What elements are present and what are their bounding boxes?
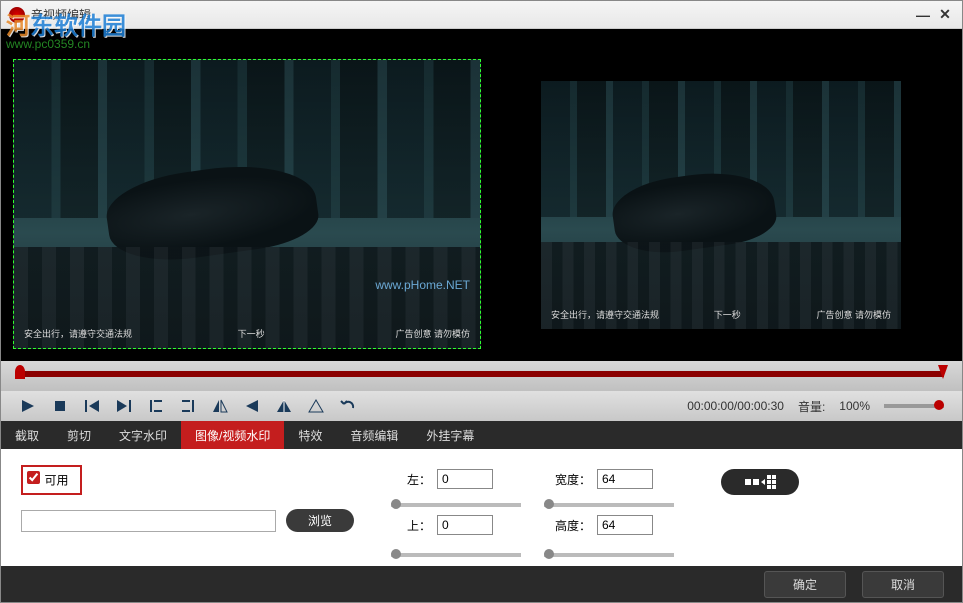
subtitle-left: 安全出行，请遵守交通法规 — [24, 327, 132, 340]
output-preview-label: 输出预览 — [53, 35, 117, 52]
controls-bar: 00:00:00/00:00:30 音量: 100% — [1, 391, 962, 421]
undo-button[interactable] — [339, 397, 357, 415]
browse-button[interactable]: 浏览 — [286, 509, 354, 532]
width-label: 宽度： — [551, 471, 591, 488]
minimize-button[interactable]: — — [914, 7, 932, 23]
tab-crop[interactable]: 截取 — [1, 421, 53, 449]
tab-image-video-watermark[interactable]: 图像/视频水印 — [181, 421, 284, 449]
timeline-start-handle[interactable] — [15, 365, 25, 379]
volume-label: 音量: — [798, 398, 825, 415]
window-title: 音视频编辑 — [31, 6, 910, 23]
height-slider[interactable] — [544, 553, 674, 557]
top-input[interactable] — [437, 515, 493, 535]
footer: 确定 取消 — [1, 566, 962, 602]
phome-watermark: www.pHome.NET — [375, 278, 470, 292]
prev-frame-button[interactable] — [83, 397, 101, 415]
cancel-button[interactable]: 取消 — [862, 571, 944, 598]
volume-slider[interactable] — [884, 404, 944, 408]
play-button[interactable] — [19, 397, 37, 415]
tab-text-watermark[interactable]: 文字水印 — [105, 421, 181, 449]
height-label: 高度： — [551, 517, 591, 534]
height-input[interactable] — [597, 515, 653, 535]
top-label: 上： — [391, 517, 431, 534]
ok-button[interactable]: 确定 — [764, 571, 846, 598]
enable-label: 可用 — [44, 473, 68, 487]
left-slider[interactable] — [391, 503, 521, 507]
close-button[interactable]: ✕ — [936, 6, 954, 23]
alignment-preset-button[interactable] — [721, 469, 799, 495]
tab-subtitle[interactable]: 外挂字幕 — [412, 421, 488, 449]
tab-audio-edit[interactable]: 音频编辑 — [336, 421, 412, 449]
width-input[interactable] — [597, 469, 653, 489]
flip-h-button[interactable] — [211, 397, 229, 415]
preview-area: 源预览 输出预览 安全出行，请遵守交通法规 下一秒 广告创意 请勿模仿 www.… — [1, 29, 962, 361]
output-preview: 安全出行，请遵守交通法规 下一秒 广告创意 请勿模仿 — [541, 81, 901, 329]
left-label: 左： — [391, 471, 431, 488]
rotate-right-button[interactable] — [307, 397, 325, 415]
mark-in-button[interactable] — [147, 397, 165, 415]
left-input[interactable] — [437, 469, 493, 489]
next-frame-button[interactable] — [115, 397, 133, 415]
enable-checkbox[interactable] — [27, 471, 40, 484]
flip-v-button[interactable] — [275, 397, 293, 415]
subtitle-right: 广告创意 请勿模仿 — [395, 327, 470, 340]
timeline-end-handle[interactable] — [938, 365, 948, 379]
source-preview-label: 源预览 — [1, 35, 49, 52]
watermark-file-input[interactable] — [21, 510, 276, 532]
tabs: 截取 剪切 文字水印 图像/视频水印 特效 音频编辑 外挂字幕 — [1, 421, 962, 449]
width-slider[interactable] — [544, 503, 674, 507]
subtitle-center: 下一秒 — [238, 327, 265, 340]
time-display: 00:00:00/00:00:30 — [687, 399, 784, 413]
rotate-left-button[interactable] — [243, 397, 261, 415]
titlebar: 音视频编辑 — ✕ — [1, 1, 962, 29]
tab-cut[interactable]: 剪切 — [53, 421, 105, 449]
volume-value: 100% — [839, 399, 870, 413]
mark-out-button[interactable] — [179, 397, 197, 415]
top-slider[interactable] — [391, 553, 521, 557]
stop-button[interactable] — [51, 397, 69, 415]
app-icon — [9, 7, 25, 23]
timeline[interactable] — [1, 361, 962, 391]
tab-effects[interactable]: 特效 — [284, 421, 336, 449]
source-preview[interactable]: 安全出行，请遵守交通法规 下一秒 广告创意 请勿模仿 www.pHome.NET — [13, 59, 481, 349]
enable-checkbox-wrap: 可用 — [21, 465, 82, 495]
